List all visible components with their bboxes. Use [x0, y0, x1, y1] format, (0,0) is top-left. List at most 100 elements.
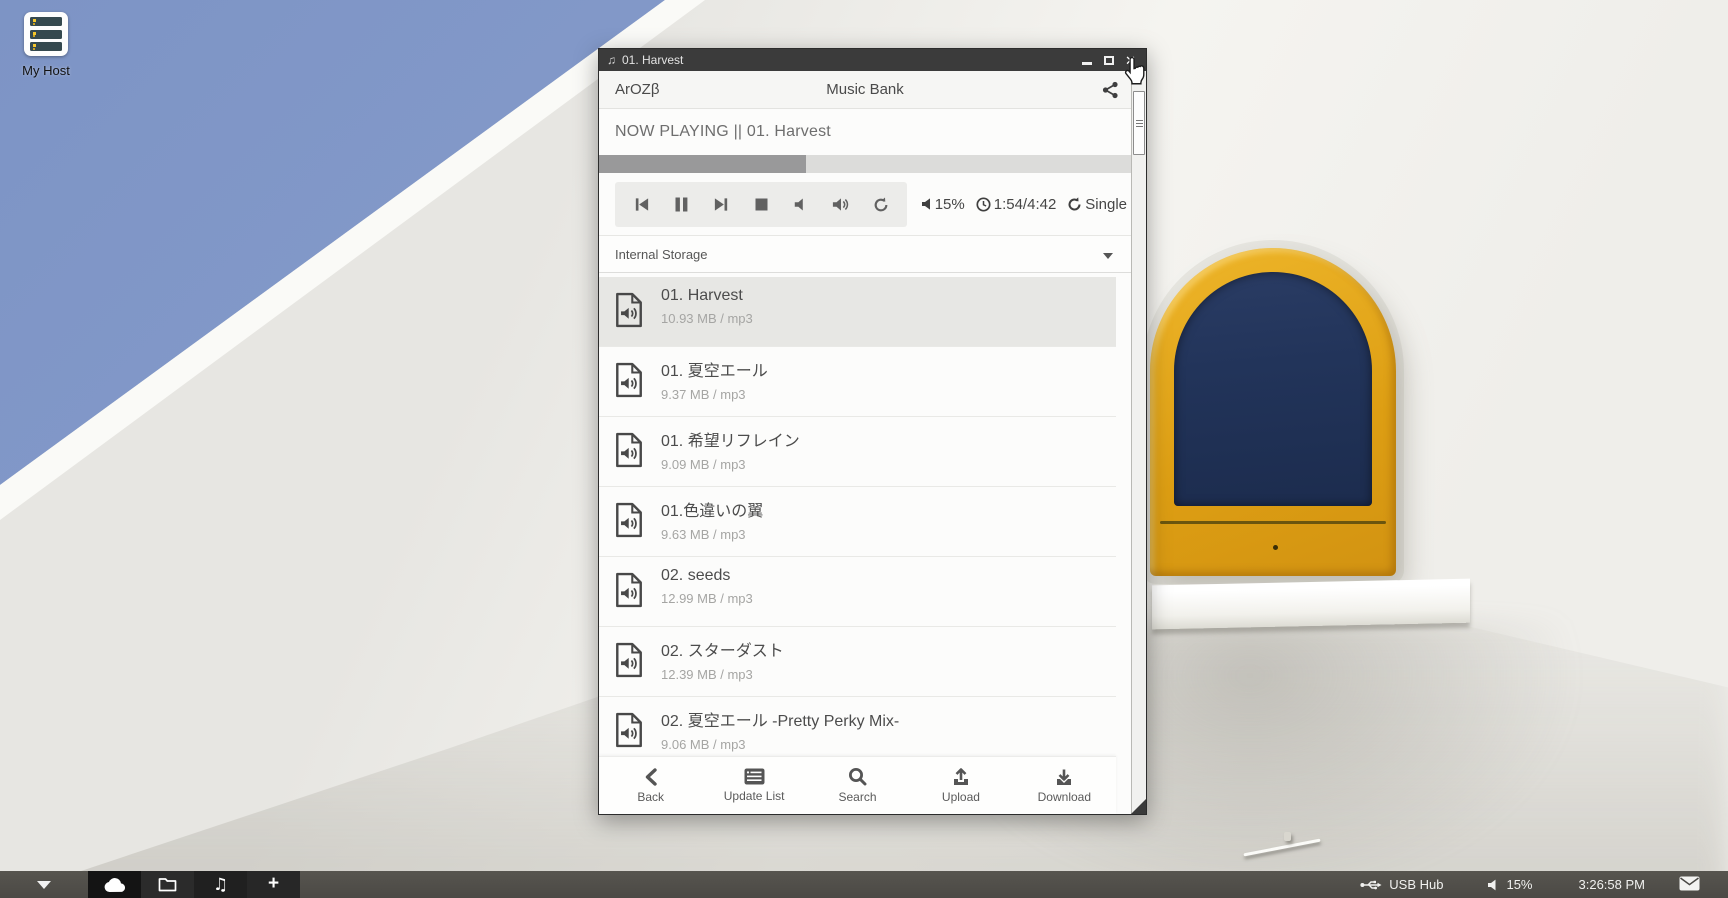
- reload-button[interactable]: [868, 192, 894, 218]
- app-header: ArOZβ Music Bank: [599, 71, 1131, 109]
- usb-hub-tray-item[interactable]: USB Hub: [1338, 877, 1465, 892]
- wallpaper-window-glass: [1174, 272, 1372, 506]
- share-button[interactable]: [1102, 81, 1119, 103]
- audio-file-icon: [614, 502, 644, 543]
- wallpaper-window-rail: [1160, 521, 1386, 524]
- scrollbar-thumb[interactable]: [1133, 91, 1145, 155]
- time-value: 1:54/4:42: [994, 196, 1057, 213]
- plus-icon: +: [268, 873, 279, 895]
- music-note-icon: ♫: [213, 875, 228, 895]
- wallpaper-window-knob: [1273, 545, 1278, 550]
- volume-up-button[interactable]: [828, 192, 854, 218]
- track-row[interactable]: 01. 希望リフレイン 9.09 MB / mp3: [599, 417, 1116, 487]
- pause-button[interactable]: [668, 192, 694, 218]
- reload-icon: [873, 197, 889, 213]
- desktop: My Host ♫ 01. Harvest ✕ ArOZβ: [0, 0, 1728, 898]
- upload-button[interactable]: Upload: [909, 757, 1012, 814]
- track-title: 01.色違いの翼: [661, 497, 1116, 521]
- audio-file-icon: [614, 642, 644, 683]
- window-scrollbar[interactable]: [1131, 71, 1146, 814]
- track-row[interactable]: 01. 夏空エール 9.37 MB / mp3: [599, 347, 1116, 417]
- track-meta: 9.09 MB / mp3: [661, 457, 1116, 472]
- download-button[interactable]: Download: [1013, 757, 1116, 814]
- player-controls: 15% 1:54/4:42: [599, 173, 1131, 235]
- track-meta: 9.63 MB / mp3: [661, 527, 1116, 542]
- server-stack-icon: [24, 12, 68, 56]
- track-row[interactable]: 02. seeds 12.99 MB / mp3: [599, 557, 1116, 627]
- audio-file-icon: [614, 712, 644, 753]
- track-row[interactable]: 01. Harvest 10.93 MB / mp3: [599, 277, 1116, 347]
- clock-icon: [976, 197, 991, 212]
- taskbar-add-button[interactable]: +: [247, 871, 300, 898]
- music-note-icon: ♫: [607, 53, 616, 67]
- mail-tray-button[interactable]: [1669, 876, 1728, 894]
- track-title: 01. 夏空エール: [661, 357, 1116, 381]
- progress-fill: [599, 155, 806, 173]
- maximize-button[interactable]: [1102, 54, 1115, 67]
- download-icon: [1054, 768, 1074, 786]
- track-row[interactable]: 01.色違いの翼 9.63 MB / mp3: [599, 487, 1116, 557]
- wallpaper-arched-window: [1150, 248, 1396, 576]
- track-meta: 10.93 MB / mp3: [661, 311, 1116, 326]
- window-title: 01. Harvest: [622, 53, 683, 67]
- minimize-icon: [1082, 62, 1092, 65]
- track-title: 01. Harvest: [661, 287, 1116, 305]
- window-resize-grip[interactable]: [1131, 799, 1146, 814]
- upload-icon: [951, 768, 971, 786]
- update-list-label: Update List: [724, 789, 785, 803]
- window-content: ArOZβ Music Bank NOW PLAYING || 01. Harv…: [599, 71, 1146, 814]
- time-status: 1:54/4:42: [976, 196, 1057, 213]
- page-title: Music Bank: [599, 81, 1131, 98]
- caret-down-icon: [37, 881, 51, 889]
- chevron-left-icon: [643, 768, 659, 786]
- music-player-window: ♫ 01. Harvest ✕ ArOZβ Music Bank: [598, 48, 1147, 815]
- taskbar-files-button[interactable]: [141, 871, 194, 898]
- now-playing-banner: NOW PLAYING || 01. Harvest: [599, 109, 1131, 155]
- window-titlebar[interactable]: ♫ 01. Harvest ✕: [599, 49, 1146, 71]
- upload-label: Upload: [942, 790, 980, 804]
- speaker-icon: [1487, 879, 1499, 891]
- chevron-down-icon: [1103, 253, 1113, 259]
- search-button[interactable]: Search: [806, 757, 909, 814]
- stop-button[interactable]: [748, 192, 774, 218]
- maximize-icon: [1104, 56, 1114, 65]
- skip-next-icon: [713, 196, 730, 213]
- transport-button-group: [615, 182, 907, 227]
- volume-value: 15%: [935, 196, 965, 213]
- minimize-button[interactable]: [1080, 54, 1093, 67]
- volume-tray-item[interactable]: 15%: [1465, 877, 1554, 892]
- repeat-icon: [1067, 197, 1082, 212]
- playback-mode[interactable]: Single: [1067, 196, 1127, 213]
- desktop-icon-label: My Host: [14, 63, 78, 78]
- taskbar-music-button[interactable]: ♫: [194, 871, 247, 898]
- skip-previous-icon: [633, 196, 650, 213]
- mode-value: Single: [1085, 196, 1127, 213]
- back-label: Back: [637, 790, 664, 804]
- track-row[interactable]: 02. 夏空エール -Pretty Perky Mix- 9.06 MB / m…: [599, 697, 1116, 756]
- track-title: 01. 希望リフレイン: [661, 427, 1116, 451]
- wallpaper-window-sill: [1152, 579, 1470, 630]
- close-button[interactable]: ✕: [1124, 54, 1137, 67]
- next-track-button[interactable]: [708, 192, 734, 218]
- taskbar-clock: 3:26:58 PM: [1555, 877, 1670, 892]
- track-meta: 9.06 MB / mp3: [661, 737, 1116, 752]
- desktop-icon-my-host[interactable]: My Host: [14, 12, 78, 78]
- volume-down-button[interactable]: [788, 192, 814, 218]
- back-button[interactable]: Back: [599, 757, 702, 814]
- taskbar-expand-button[interactable]: [0, 871, 88, 898]
- taskbar-cloud-button[interactable]: [88, 871, 141, 898]
- cloud-icon: [103, 877, 127, 893]
- progress-bar[interactable]: [599, 155, 1131, 173]
- track-title: 02. seeds: [661, 567, 1116, 585]
- usb-icon: [1360, 879, 1382, 891]
- taskbar: ♫ + USB Hub: [0, 871, 1728, 898]
- usb-hub-label: USB Hub: [1389, 877, 1443, 892]
- list-icon: [744, 768, 765, 785]
- audio-file-icon: [614, 432, 644, 473]
- track-row[interactable]: 02. スターダスト 12.39 MB / mp3: [599, 627, 1116, 697]
- track-title: 02. スターダスト: [661, 637, 1116, 661]
- previous-track-button[interactable]: [628, 192, 654, 218]
- storage-selector[interactable]: Internal Storage: [599, 235, 1131, 273]
- update-list-button[interactable]: Update List: [702, 757, 805, 814]
- search-icon: [848, 767, 867, 786]
